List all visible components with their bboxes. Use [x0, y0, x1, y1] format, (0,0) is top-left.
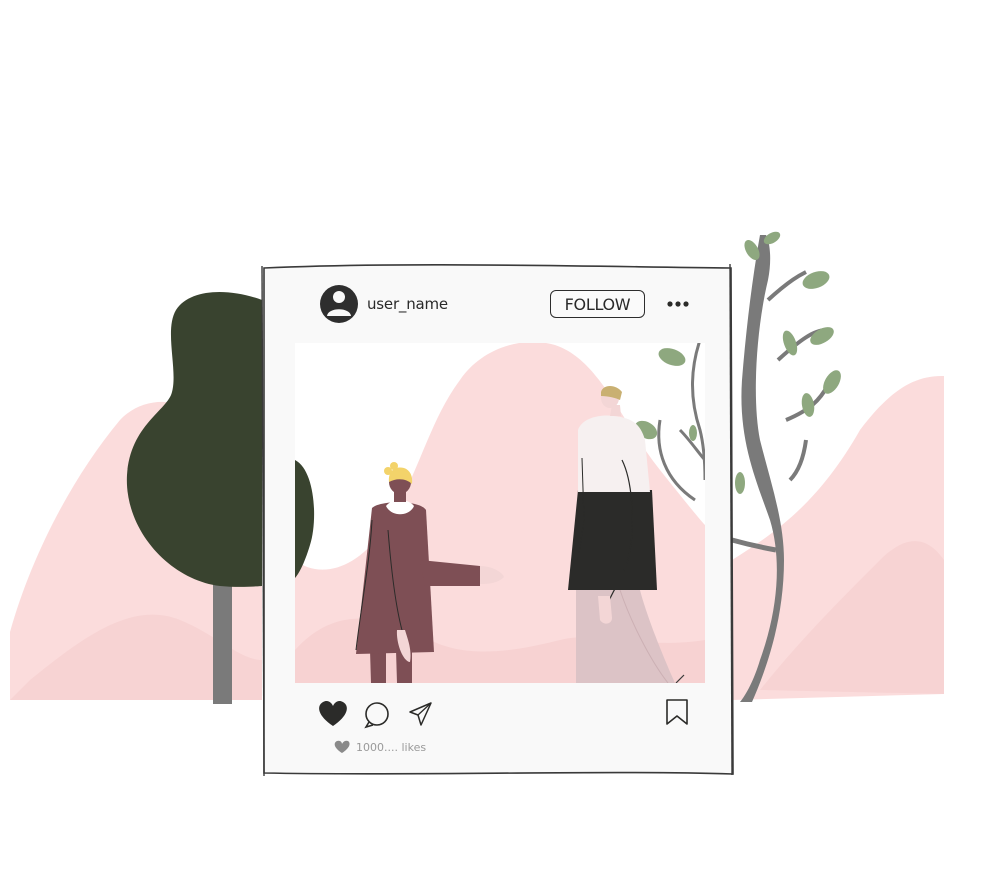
- post-image: [295, 343, 705, 683]
- username-label[interactable]: user_name: [367, 295, 448, 313]
- more-options-icon[interactable]: [662, 292, 694, 316]
- illustration-scene: [10, 231, 944, 777]
- more-dots: [667, 301, 689, 307]
- follow-button[interactable]: FOLLOW: [550, 290, 645, 318]
- likes-count: 1000.... likes: [356, 741, 427, 754]
- avatar-icon[interactable]: [320, 285, 358, 323]
